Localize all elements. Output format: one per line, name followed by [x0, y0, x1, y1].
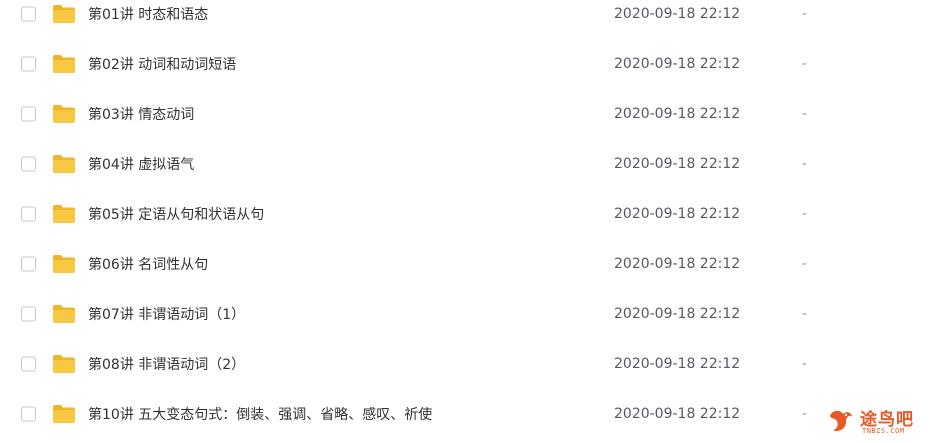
file-name[interactable]: 第06讲 名词性从句 [88, 254, 208, 274]
file-date: 2020-09-18 22:12 [614, 6, 741, 22]
folder-icon [53, 55, 75, 73]
file-date: 2020-09-18 22:12 [614, 156, 741, 172]
file-row[interactable]: 第05讲 定语从句和状语从句 2020-09-18 22:12 - [0, 189, 929, 239]
file-size: - [802, 156, 807, 172]
file-row[interactable]: 第08讲 非谓语动词（2） 2020-09-18 22:12 - [0, 339, 929, 389]
file-date: 2020-09-18 22:12 [614, 56, 741, 72]
row-checkbox[interactable] [21, 56, 36, 72]
folder-icon [53, 305, 75, 323]
folder-icon [53, 5, 75, 23]
row-checkbox[interactable] [21, 6, 36, 22]
file-row[interactable]: 第06讲 名词性从句 2020-09-18 22:12 - [0, 239, 929, 289]
folder-icon [53, 255, 75, 273]
file-name[interactable]: 第01讲 时态和语态 [88, 4, 208, 24]
row-checkbox[interactable] [21, 356, 36, 372]
file-size: - [802, 206, 807, 222]
file-name[interactable]: 第03讲 情态动词 [88, 104, 194, 124]
file-date: 2020-09-18 22:12 [614, 306, 741, 322]
row-checkbox[interactable] [21, 306, 36, 322]
row-checkbox[interactable] [21, 106, 36, 122]
file-name[interactable]: 第05讲 定语从句和状语从句 [88, 204, 264, 224]
folder-icon [53, 155, 75, 173]
folder-icon [53, 405, 75, 423]
file-size: - [802, 56, 807, 72]
file-date: 2020-09-18 22:12 [614, 356, 741, 372]
file-name[interactable]: 第10讲 五大变态句式：倒装、强调、省略、感叹、祈使 [88, 404, 432, 424]
file-row[interactable]: 第03讲 情态动词 2020-09-18 22:12 - [0, 89, 929, 139]
folder-icon [53, 105, 75, 123]
watermark-domain: TNBZS.COM [862, 427, 905, 435]
file-date: 2020-09-18 22:12 [614, 206, 741, 222]
row-checkbox[interactable] [21, 256, 36, 272]
file-row[interactable]: 第02讲 动词和动词短语 2020-09-18 22:12 - [0, 39, 929, 89]
watermark: 途鸟吧 TNBZS.COM [826, 404, 926, 440]
file-row[interactable]: 第10讲 五大变态句式：倒装、强调、省略、感叹、祈使 2020-09-18 22… [0, 389, 929, 439]
file-date: 2020-09-18 22:12 [614, 256, 741, 272]
file-name[interactable]: 第07讲 非谓语动词（1） [88, 304, 245, 324]
file-row[interactable]: 第01讲 时态和语态 2020-09-18 22:12 - [0, 0, 929, 39]
file-date: 2020-09-18 22:12 [614, 106, 741, 122]
file-size: - [802, 6, 807, 22]
file-size: - [802, 406, 807, 422]
file-size: - [802, 356, 807, 372]
row-checkbox[interactable] [21, 406, 36, 422]
file-row[interactable]: 第07讲 非谓语动词（1） 2020-09-18 22:12 - [0, 289, 929, 339]
file-name[interactable]: 第04讲 虚拟语气 [88, 154, 194, 174]
bird-logo-icon [830, 410, 852, 432]
folder-icon [53, 205, 75, 223]
file-name[interactable]: 第08讲 非谓语动词（2） [88, 354, 245, 374]
file-row[interactable]: 第04讲 虚拟语气 2020-09-18 22:12 - [0, 139, 929, 189]
folder-icon [53, 355, 75, 373]
row-checkbox[interactable] [21, 156, 36, 172]
file-size: - [802, 106, 807, 122]
file-size: - [802, 256, 807, 272]
file-size: - [802, 306, 807, 322]
file-date: 2020-09-18 22:12 [614, 406, 741, 422]
file-name[interactable]: 第02讲 动词和动词短语 [88, 54, 236, 74]
row-checkbox[interactable] [21, 206, 36, 222]
